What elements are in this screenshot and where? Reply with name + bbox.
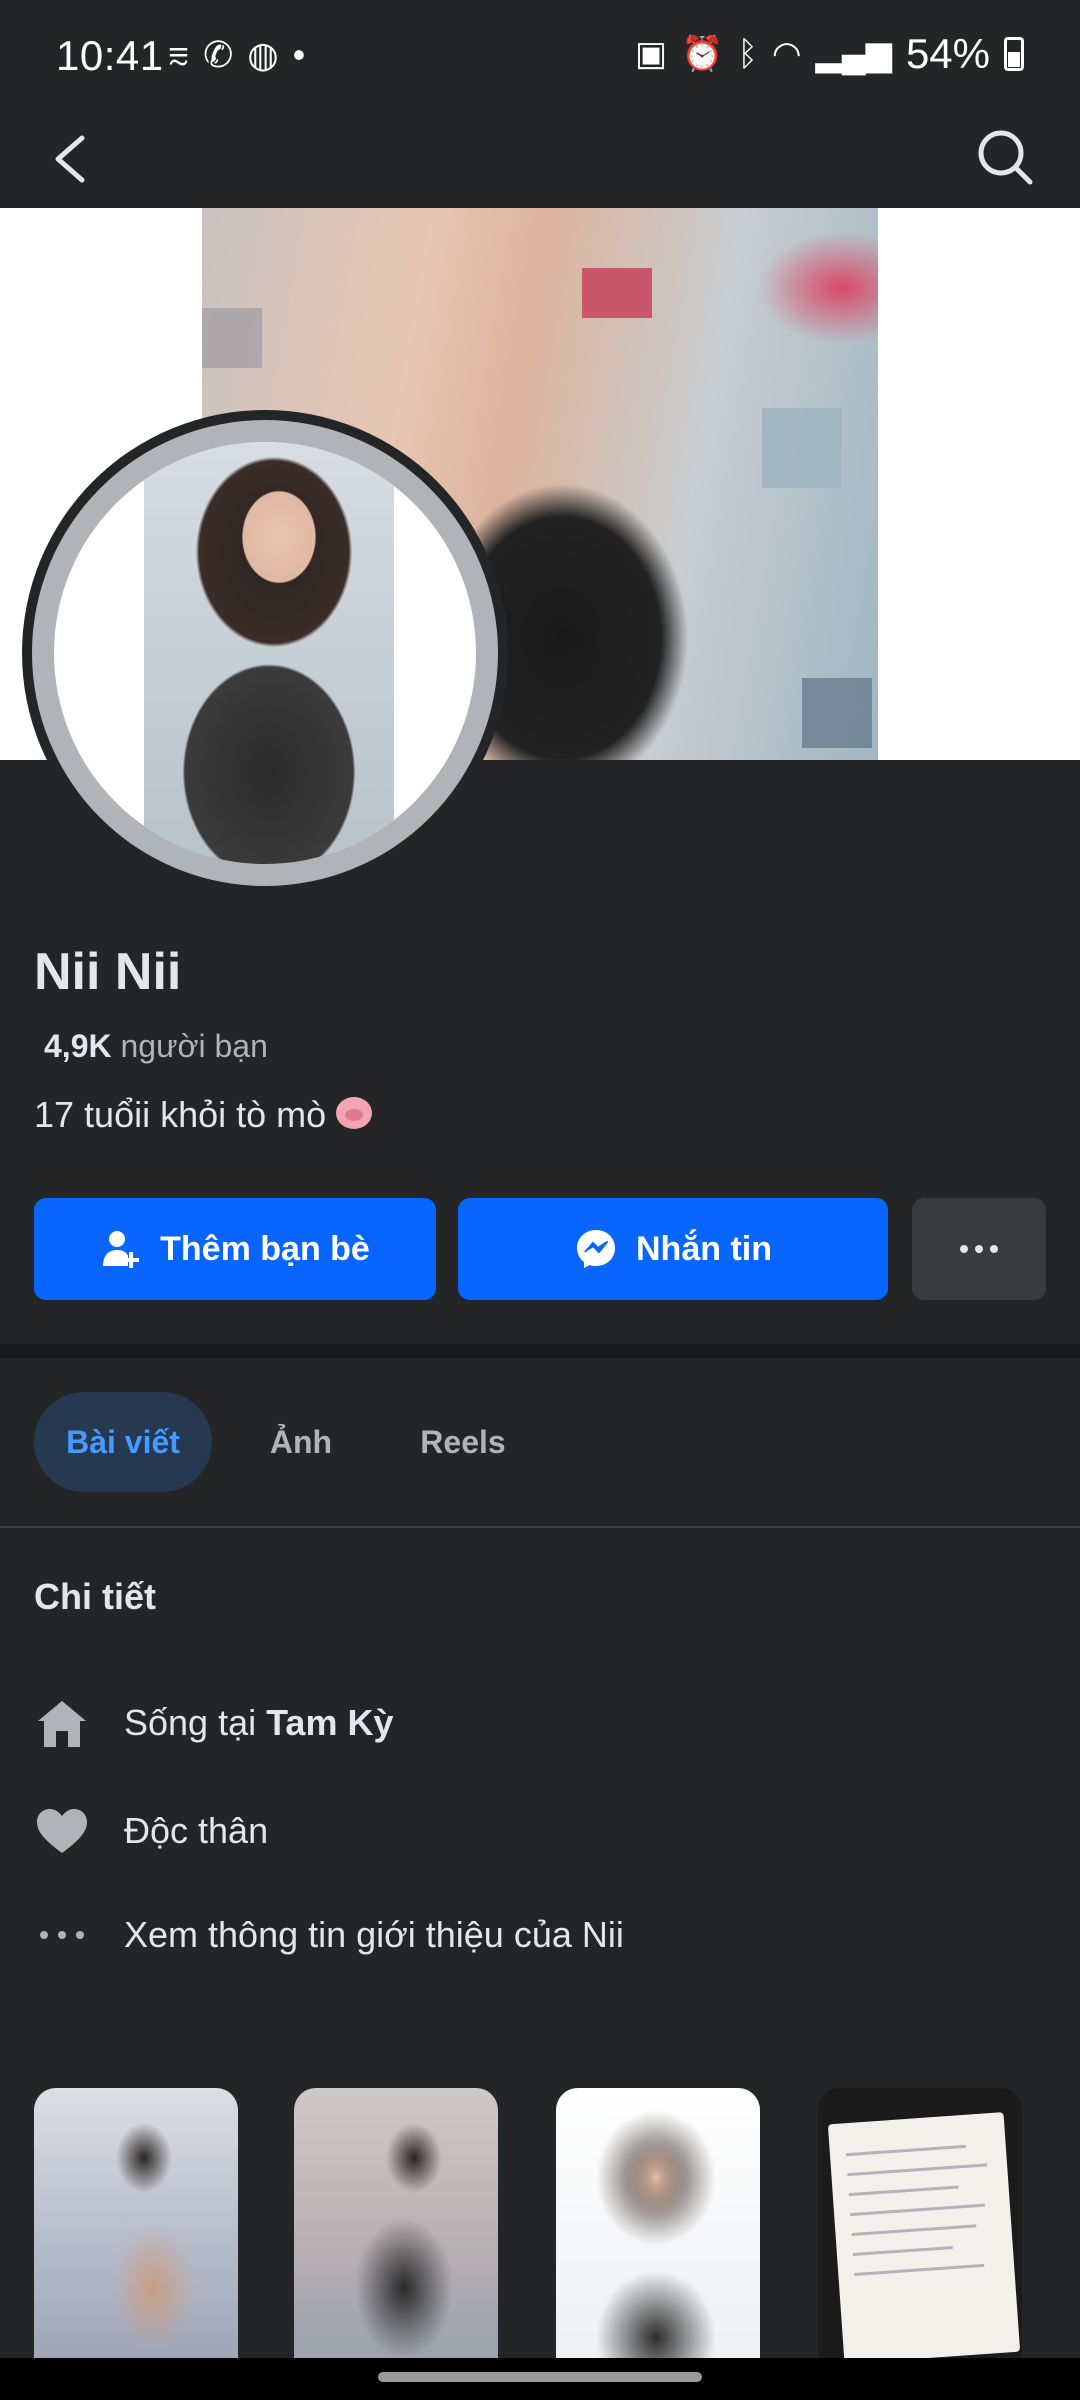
back-icon[interactable]: [46, 124, 106, 194]
wifi-icon: ◠: [771, 35, 802, 73]
add-friend-icon: [100, 1228, 142, 1270]
friends-count-line[interactable]: 4,9K người bạn: [44, 1028, 268, 1065]
message-button[interactable]: Nhắn tin: [458, 1198, 888, 1300]
avatar[interactable]: [54, 442, 476, 864]
friends-label: người bạn: [120, 1028, 268, 1064]
friends-count: 4,9K: [44, 1028, 112, 1064]
signal-icon: ▂▄▆: [815, 35, 892, 73]
heart-icon: [34, 1803, 90, 1859]
featured-photo-2[interactable]: [294, 2088, 498, 2358]
detail-relationship: Độc thân: [0, 1796, 1080, 1866]
avatar-image: [144, 442, 394, 864]
search-icon[interactable]: [970, 122, 1040, 192]
tab-reels[interactable]: Reels: [400, 1392, 526, 1492]
lives-in-place[interactable]: Tam Kỳ: [266, 1702, 393, 1743]
pig-emoji-icon: [332, 1095, 376, 1131]
app-header: [0, 116, 1080, 208]
see-about-text: Xem thông tin giới thiệu của Nii: [124, 1914, 624, 1955]
signal-boost-icon: ⩳: [168, 34, 190, 75]
lives-in-prefix: Sống tại: [124, 1702, 267, 1743]
more-icon: [960, 1245, 998, 1253]
divider: [0, 1526, 1080, 1528]
call-icon: ✆: [203, 34, 234, 75]
bluetooth-icon: ᛒ: [737, 34, 758, 73]
featured-photo-4[interactable]: [818, 2088, 1022, 2358]
message-label: Nhắn tin: [636, 1229, 772, 1268]
add-friend-button[interactable]: Thêm bạn bè: [34, 1198, 436, 1300]
more-options-button[interactable]: [912, 1198, 1046, 1300]
detail-see-about[interactable]: Xem thông tin giới thiệu của Nii: [0, 1900, 1080, 1970]
details-title: Chi tiết: [34, 1576, 156, 1617]
profile-name: Nii Nii: [34, 943, 182, 1001]
featured-photo-1[interactable]: [34, 2088, 238, 2358]
relationship-text: Độc thân: [124, 1810, 269, 1851]
section-divider: [0, 1344, 1080, 1358]
detail-lives-in: Sống tại Tam Kỳ: [0, 1688, 1080, 1758]
featured-photo-3[interactable]: [556, 2088, 760, 2358]
status-notification-icons: ⩳ ✆ ◍ •: [168, 34, 319, 77]
battery-percent: 54%: [905, 30, 990, 77]
add-friend-label: Thêm bạn bè: [160, 1229, 370, 1268]
dot-icon: •: [292, 34, 306, 75]
globe-icon: ◍: [247, 34, 279, 75]
tab-photos[interactable]: Ảnh: [248, 1392, 354, 1492]
home-indicator[interactable]: [378, 2372, 702, 2382]
profile-bio: 17 tuổii khỏi tò mò: [34, 1094, 376, 1136]
handwritten-note-image: [827, 2112, 1021, 2358]
status-time: 10:41: [56, 32, 164, 79]
battery-saver-icon: ▣: [635, 35, 668, 73]
status-system-icons: ▣ ⏰ ᛒ ◠ ▂▄▆ 54%: [635, 30, 1024, 78]
messenger-icon: [574, 1227, 618, 1271]
more-dots-icon: [34, 1907, 90, 1963]
bio-text: 17 tuổii khỏi tò mò: [34, 1094, 327, 1135]
battery-icon: [1004, 37, 1024, 71]
alarm-icon: ⏰: [681, 35, 724, 73]
lives-in-text: Sống tại Tam Kỳ: [124, 1702, 393, 1744]
home-icon: [34, 1695, 90, 1751]
status-bar: 10:41 ⩳ ✆ ◍ • ▣ ⏰ ᛒ ◠ ▂▄▆ 54%: [0, 0, 1080, 116]
tab-posts[interactable]: Bài viết: [34, 1392, 212, 1492]
